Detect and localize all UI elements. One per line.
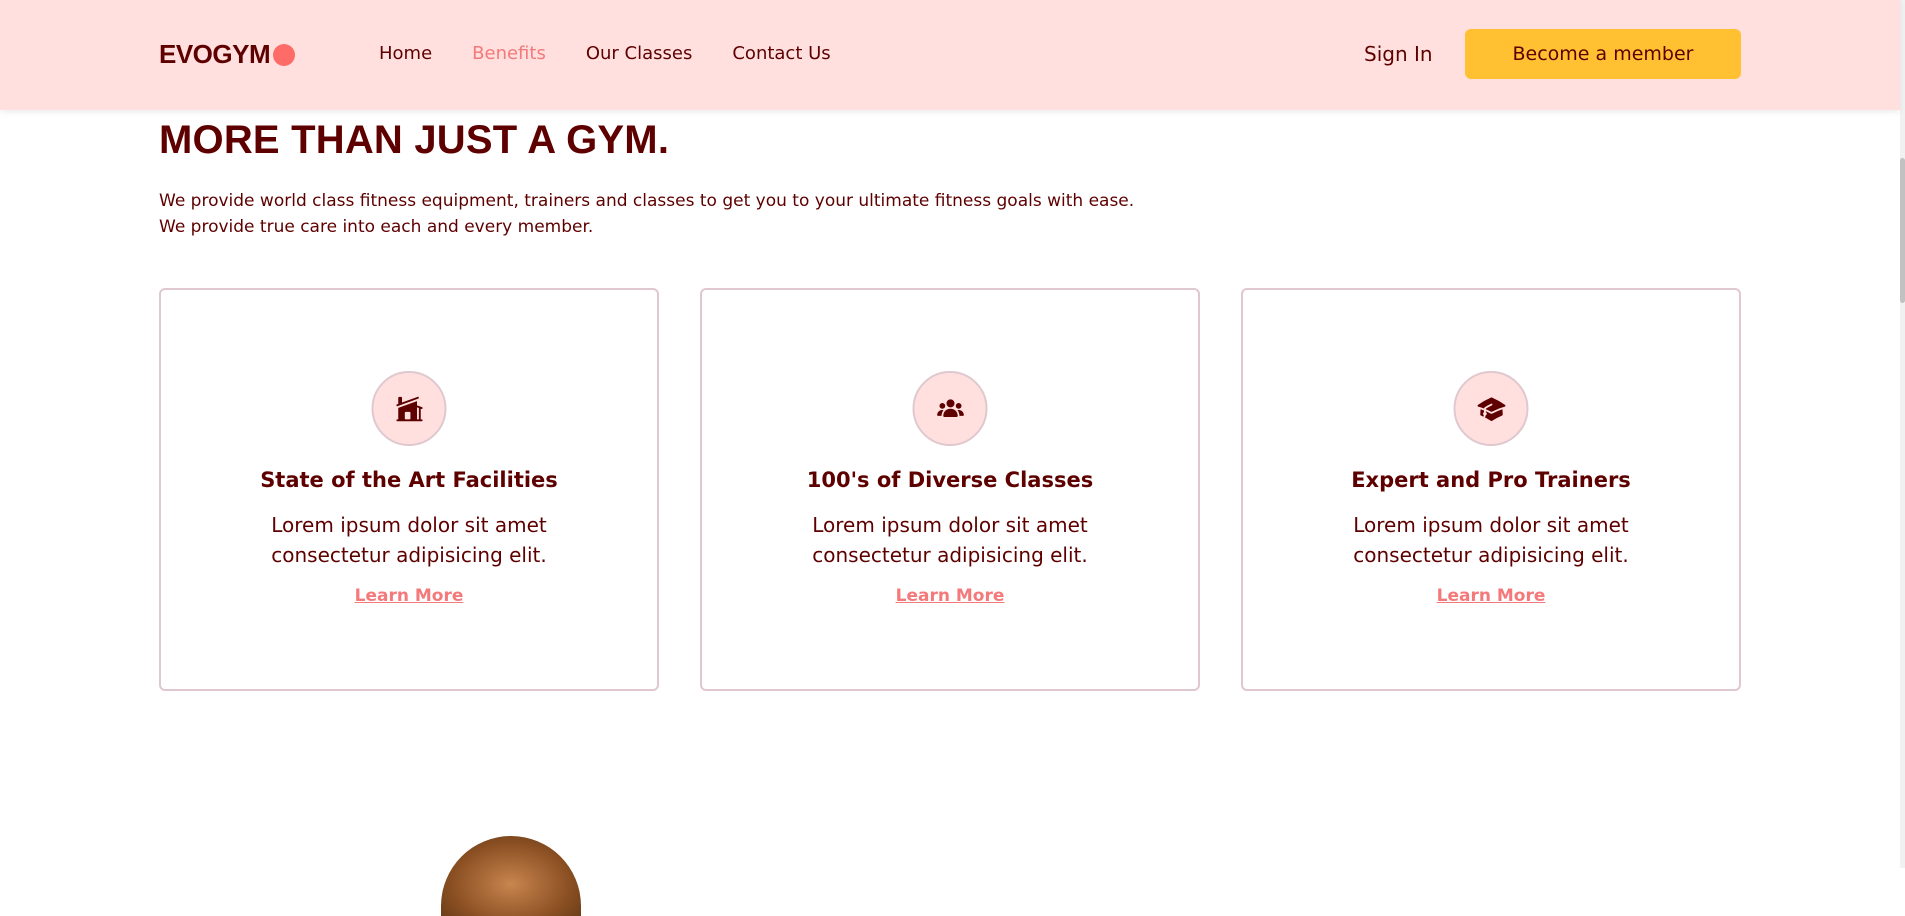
nav-link-contact-us[interactable]: Contact Us: [732, 43, 830, 64]
section-description-line-2: We provide true care into each and every…: [159, 217, 594, 237]
learn-more-link[interactable]: Learn More: [702, 586, 1198, 606]
nav-link-our-classes[interactable]: Our Classes: [586, 43, 693, 64]
learn-more-link[interactable]: Learn More: [1243, 586, 1739, 606]
section-title: MORE THAN JUST A GYM.: [159, 118, 670, 162]
sign-in-link[interactable]: Sign In: [1364, 42, 1433, 66]
card-title: 100's of Diverse Classes: [806, 468, 1094, 492]
navbar: EVOGYM Home Benefits Our Classes Contact…: [0, 0, 1900, 110]
home-modern-icon: [371, 371, 447, 446]
card-title: State of the Art Facilities: [260, 468, 558, 492]
academic-cap-icon: [1453, 371, 1529, 446]
logo[interactable]: EVOGYM: [159, 39, 296, 70]
user-group-icon: [912, 371, 988, 446]
logo-text: EVOGYM: [159, 39, 271, 69]
card-description: Lorem ipsum dolor sit amet consectetur a…: [1353, 513, 1629, 567]
card-description: Lorem ipsum dolor sit amet consectetur a…: [271, 513, 547, 567]
nav-links: Home Benefits Our Classes Contact Us: [379, 43, 831, 64]
nav-link-benefits[interactable]: Benefits: [472, 43, 546, 64]
benefit-cards: State of the Art Facilities Lorem ipsum …: [159, 288, 1741, 691]
learn-more-link[interactable]: Learn More: [161, 586, 657, 606]
scrollbar-track[interactable]: [1900, 0, 1905, 868]
benefit-card-classes: 100's of Diverse Classes Lorem ipsum dol…: [700, 288, 1200, 691]
nav-link-home[interactable]: Home: [379, 43, 432, 64]
logo-dot-icon: [273, 43, 296, 66]
card-title: Expert and Pro Trainers: [1351, 468, 1631, 492]
benefit-card-trainers: Expert and Pro Trainers Lorem ipsum dolo…: [1241, 288, 1741, 691]
become-member-button[interactable]: Become a member: [1465, 29, 1741, 79]
section-description: We provide world class fitness equipment…: [159, 188, 1134, 240]
card-description: Lorem ipsum dolor sit amet consectetur a…: [812, 513, 1088, 567]
scrollbar-thumb[interactable]: [1900, 158, 1905, 303]
benefit-card-facilities: State of the Art Facilities Lorem ipsum …: [159, 288, 659, 691]
benefits-graphic-image: [441, 836, 581, 916]
section-description-line-1: We provide world class fitness equipment…: [159, 191, 1135, 211]
